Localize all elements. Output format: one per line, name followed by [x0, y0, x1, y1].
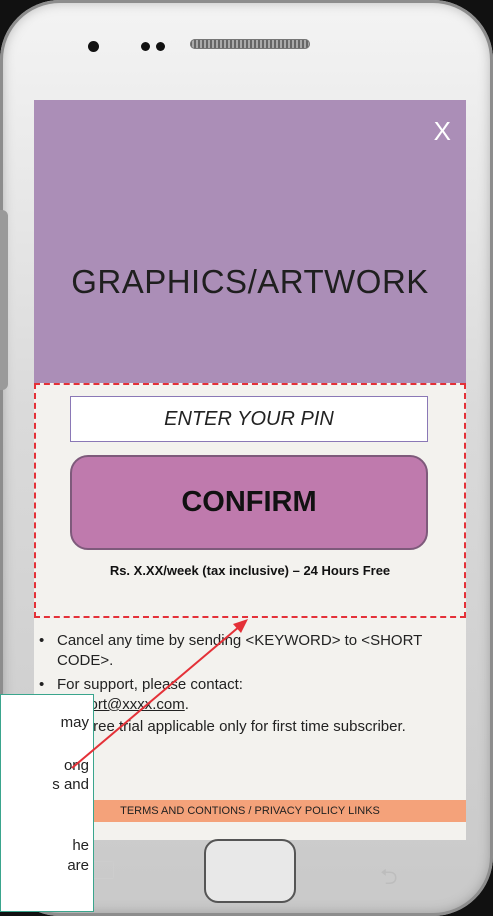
callout-text: may — [60, 714, 89, 731]
annotation-callout: may ong s and he are — [0, 694, 94, 912]
callout-text: s and — [52, 776, 89, 793]
callout-text: he — [72, 837, 89, 854]
side-volume-button — [0, 210, 8, 390]
sensor-dot-icon — [156, 42, 165, 51]
list-item: • For support, please contact: support@xx… — [39, 675, 452, 715]
pin-input[interactable] — [70, 396, 428, 442]
policy-links[interactable]: TERMS AND CONTIONS / PRIVACY POLICY LINK… — [34, 800, 466, 822]
callout-text: ong — [63, 757, 89, 774]
support-text: For support, please contact: support@xxxx… — [57, 675, 452, 715]
list-item: •Free trial applicable only for first ti… — [34, 717, 454, 737]
callout-text: are — [67, 857, 89, 874]
earpiece-speaker-icon — [190, 39, 310, 49]
price-disclaimer: Rs. X.XX/week (tax inclusive) – 24 Hours… — [109, 563, 391, 578]
list-item: • Cancel any time by sending <KEYWORD> t… — [39, 631, 452, 671]
back-icon: ⮌ — [380, 864, 398, 889]
hero-artwork: X GRAPHICS/ARTWORK — [34, 100, 466, 383]
support-suffix: . — [184, 696, 189, 713]
free-trial-text: Free trial applicable only for first tim… — [84, 718, 406, 735]
front-camera-icon — [88, 41, 99, 52]
bullet-icon: • — [39, 676, 45, 693]
support-prefix: For support, please contact: — [57, 676, 243, 693]
home-button[interactable] — [204, 839, 296, 903]
phone-screen: X GRAPHICS/ARTWORK CONFIRM Rs. X.XX/week… — [34, 100, 466, 840]
close-button[interactable]: X — [434, 116, 451, 147]
hero-title: GRAPHICS/ARTWORK — [71, 263, 429, 300]
confirm-button[interactable]: CONFIRM — [70, 455, 428, 550]
cancel-text: Cancel any time by sending <KEYWORD> to … — [57, 632, 423, 669]
bullet-icon: • — [39, 632, 45, 649]
sensor-dot-icon — [141, 42, 150, 51]
